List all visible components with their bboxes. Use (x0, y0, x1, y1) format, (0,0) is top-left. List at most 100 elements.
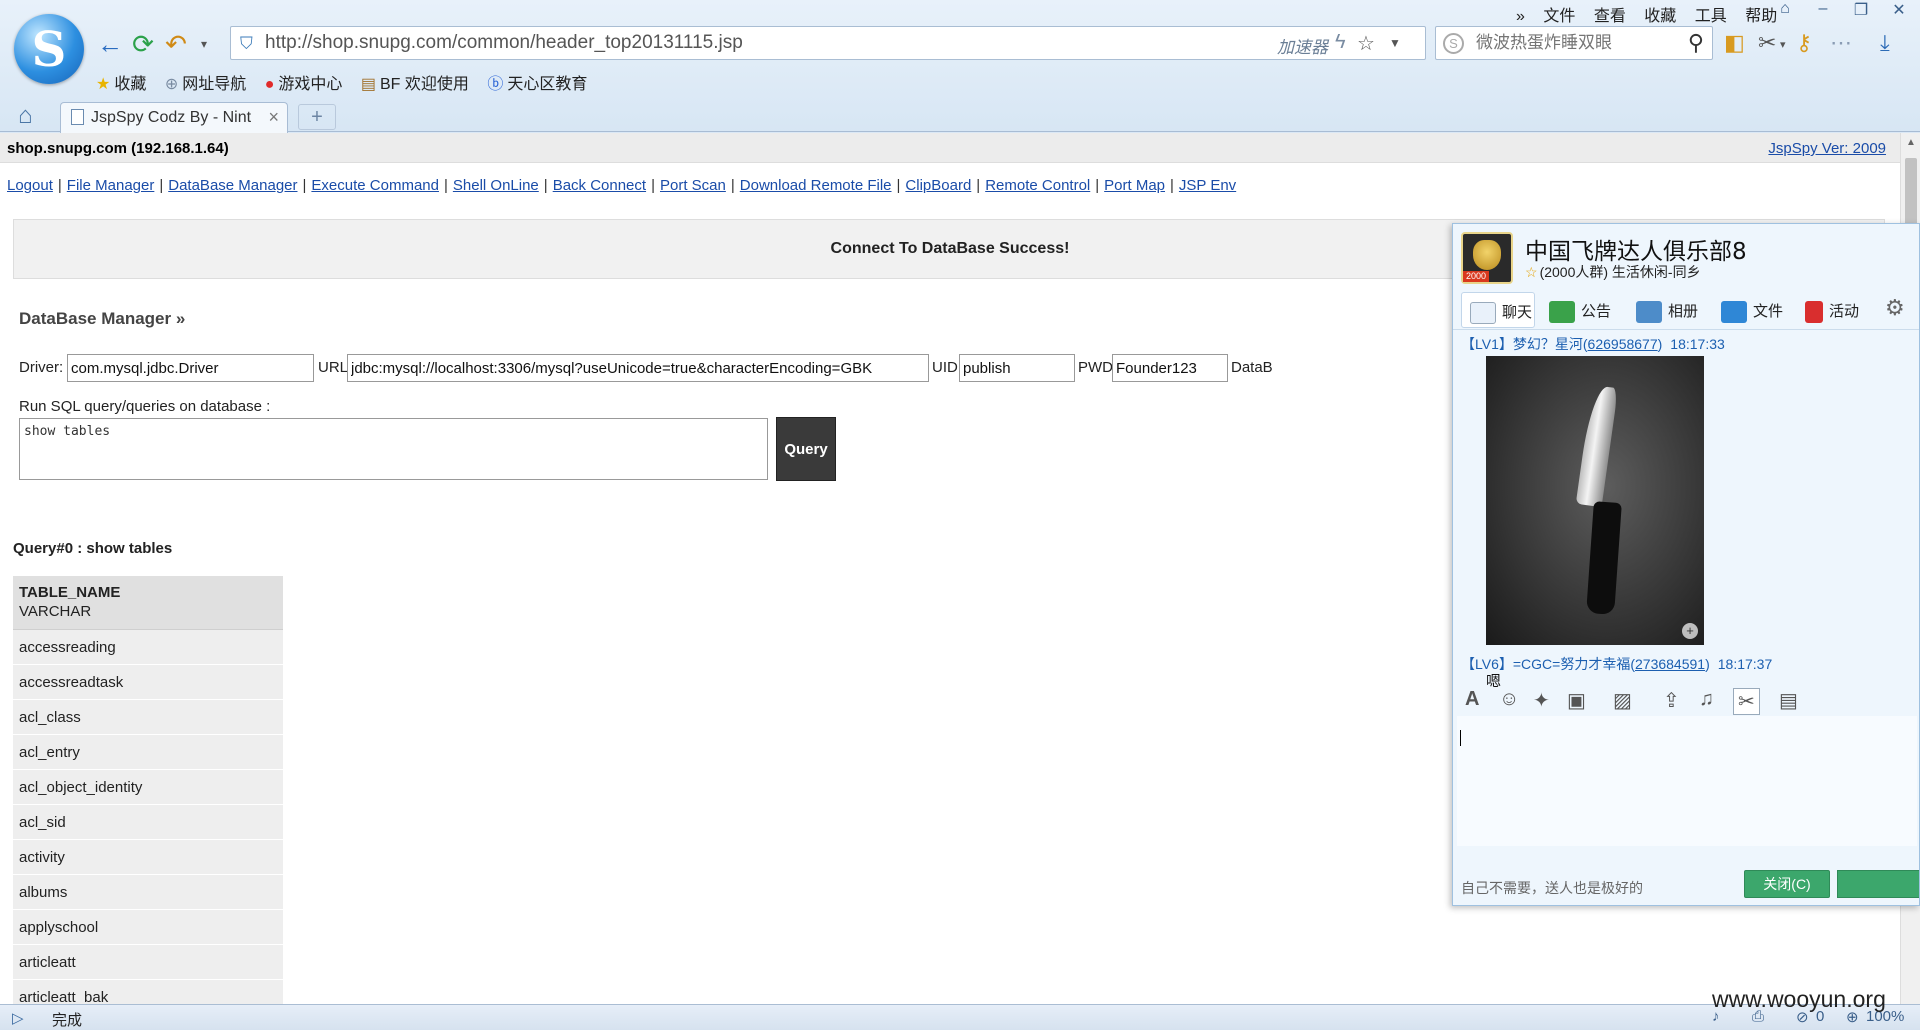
chat-toolbar: A ☺ ✦ ▣ ▨ ⇪ ♫ ✂ ▤ (1453, 682, 1919, 716)
chat-input[interactable] (1457, 716, 1917, 846)
sidebar-toggle-icon[interactable]: ▷ (12, 1009, 24, 1027)
pwd-input[interactable] (1112, 354, 1228, 382)
font-icon[interactable]: A (1465, 688, 1479, 711)
logout-link[interactable]: Logout (7, 177, 53, 194)
tab-files[interactable]: 文件 (1721, 292, 1783, 328)
accelerator-label[interactable]: 加速器 (1277, 33, 1328, 58)
port-scan-link[interactable]: Port Scan (660, 177, 726, 194)
driver-input[interactable] (67, 354, 314, 382)
message-header: 【LV1】梦幻？星河(626958677) 18:17:33 (1461, 336, 1725, 352)
chevron-down-icon[interactable]: ▼ (1389, 36, 1401, 50)
tab-album[interactable]: 相册 (1636, 292, 1698, 328)
back-connect-link[interactable]: Back Connect (553, 177, 646, 194)
database-manager-link[interactable]: DataBase Manager (168, 177, 297, 194)
avatar-badge: 2000 (1463, 271, 1490, 282)
menu-tools[interactable]: 工具 (1695, 8, 1727, 25)
address-input[interactable] (265, 30, 1165, 56)
sql-query-input[interactable]: show tables (19, 418, 768, 480)
message-photo[interactable]: + (1486, 356, 1704, 645)
home-icon[interactable]: ⌂ (18, 102, 33, 130)
table-row: albums (13, 875, 283, 910)
music-icon[interactable]: ♫ (1699, 688, 1714, 711)
download-remote-file-link[interactable]: Download Remote File (740, 177, 892, 194)
status-bar: ▷ 完成 ♪ ⎙ ⊘ 0 ⊕ 100% (0, 1004, 1920, 1030)
query-button[interactable]: Query (776, 417, 836, 481)
upload-icon[interactable]: ⇪ (1663, 688, 1680, 713)
browser-toolbar: S ← ⟳ ↶ ▾ ⛉ 加速器 ϟ ☆ ▼ S ⚲ ◧ ✂ ▾ ⚷ ⋯ ⤓ » … (0, 0, 1920, 133)
favorite-item[interactable]: ★ 收藏 (96, 70, 146, 94)
back-button[interactable]: ← (94, 28, 126, 60)
skin-icon[interactable]: ⌂ (1770, 0, 1800, 22)
jspspy-menu: Logout | File Manager | DataBase Manager | Exe… (7, 177, 1237, 194)
star-icon[interactable]: ☆ (1357, 31, 1375, 56)
chat-icon (1470, 302, 1496, 325)
favorite-item[interactable]: ⊕ 网址导航 (165, 70, 246, 94)
scissors-icon[interactable]: ✂ (1758, 30, 1776, 56)
ad-text[interactable]: 自己不需要，送人也是极好的 (1461, 878, 1643, 898)
zoom-plus-icon[interactable]: + (1682, 623, 1698, 639)
chat-history-icon[interactable]: ▤ (1779, 688, 1798, 713)
restore-button[interactable]: ❐ (1846, 0, 1876, 22)
star-icon: ☆ (1525, 264, 1538, 280)
menu-favorites[interactable]: 收藏 (1644, 8, 1676, 25)
close-chat-button[interactable]: 关闭(C) (1744, 870, 1830, 898)
uid-input[interactable] (959, 354, 1075, 382)
version-link[interactable]: JspSpy Ver: 2009 (1768, 140, 1886, 157)
folder-icon (1721, 301, 1747, 324)
table-row: accessreading (13, 630, 283, 665)
emoji-icon[interactable]: ☺ (1499, 688, 1519, 711)
browser-logo[interactable]: S (14, 14, 84, 84)
search-icon[interactable]: ⚲ (1688, 30, 1704, 56)
tab-announcement[interactable]: 公告 (1549, 292, 1611, 328)
scroll-up-icon[interactable]: ▲ (1906, 137, 1916, 148)
minimize-button[interactable]: – (1808, 0, 1838, 22)
search-engine-icon[interactable]: S (1443, 33, 1464, 54)
favorite-item[interactable]: ● 游戏中心 (265, 70, 343, 94)
lightning-icon[interactable]: ϟ (1335, 31, 1346, 54)
menu-bar: » 文件 查看 收藏 工具 帮助 (1516, 2, 1791, 25)
search-box[interactable]: S ⚲ (1435, 26, 1713, 60)
refresh-button[interactable]: ⟳ (127, 28, 159, 60)
clipboard-link[interactable]: ClipBoard (905, 177, 971, 194)
tab-jspspy[interactable]: JspSpy Codz By - Nint × (60, 102, 288, 133)
close-icon[interactable]: × (268, 107, 279, 128)
download-icon[interactable]: ⤓ (1880, 30, 1890, 56)
port-map-link[interactable]: Port Map (1104, 177, 1165, 194)
knife-image (1575, 384, 1619, 508)
new-tab-button[interactable]: + (298, 104, 336, 130)
send-button[interactable] (1837, 870, 1919, 898)
tab-chat[interactable]: 聊天 (1461, 292, 1535, 328)
chevron-down-icon[interactable]: ▾ (188, 28, 220, 60)
qq-number-link[interactable]: 273684591 (1635, 656, 1705, 672)
more-icon[interactable]: ⋯ (1830, 30, 1852, 56)
nudge-icon[interactable]: ✦ (1533, 688, 1550, 713)
jsp-env-link[interactable]: JSP Env (1179, 177, 1236, 194)
menu-more[interactable]: » (1516, 8, 1525, 25)
search-input[interactable] (1476, 31, 1666, 55)
execute-command-link[interactable]: Execute Command (311, 177, 439, 194)
key-icon[interactable]: ⚷ (1796, 30, 1812, 56)
group-name[interactable]: 中国飞牌达人俱乐部8 (1525, 232, 1747, 266)
url-input[interactable] (347, 354, 929, 382)
query-result-title: Query#0 : show tables (13, 540, 173, 557)
result-table: TABLE_NAME VARCHAR accessreading accessr… (13, 576, 283, 1004)
qq-number-link[interactable]: 626958677 (1588, 336, 1658, 352)
shell-online-link[interactable]: Shell OnLine (453, 177, 539, 194)
screenshot-scissors-icon[interactable]: ✂ (1733, 688, 1760, 715)
menu-file[interactable]: 文件 (1543, 8, 1575, 25)
image-send-icon[interactable]: ▨ (1613, 688, 1632, 713)
file-manager-link[interactable]: File Manager (67, 177, 155, 194)
scroll-thumb[interactable] (1905, 158, 1917, 228)
address-bar[interactable]: ⛉ 加速器 ϟ ☆ ▼ (230, 26, 1426, 60)
favorite-item[interactable]: ⓑ 天心区教育 (487, 70, 587, 94)
favorite-item[interactable]: ▤ BF 欢迎使用 (361, 70, 469, 94)
gift-icon[interactable]: ▣ (1567, 688, 1586, 713)
remote-control-link[interactable]: Remote Control (985, 177, 1090, 194)
menu-view[interactable]: 查看 (1594, 8, 1626, 25)
settings-gear-icon[interactable]: ⚙ (1885, 292, 1905, 328)
sidebar-icon[interactable]: ◧ (1724, 30, 1745, 56)
tab-activity[interactable]: 活动 (1805, 292, 1859, 328)
close-window-button[interactable]: ✕ (1884, 0, 1914, 22)
chevron-down-icon[interactable]: ▾ (1780, 38, 1786, 51)
group-avatar[interactable]: 2000 (1461, 232, 1513, 284)
